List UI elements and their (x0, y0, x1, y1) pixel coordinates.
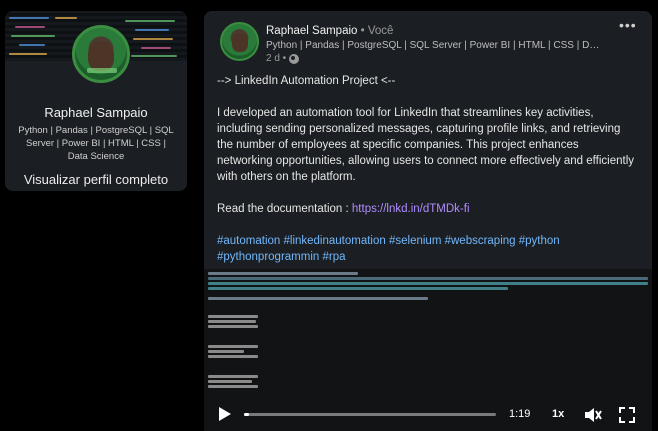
post-author-suffix: • Você (357, 25, 394, 37)
post-card: Raphael Sampaio • Você Python | Pandas |… (204, 11, 652, 431)
profile-card: Raphael Sampaio Python | Pandas | Postgr… (5, 11, 187, 191)
profile-headline: Python | Pandas | PostgreSQL | SQL Serve… (18, 125, 174, 162)
profile-avatar[interactable] (72, 25, 130, 83)
post-author[interactable]: Raphael Sampaio • Você (266, 25, 393, 37)
post-description: I developed an automation tool for Linke… (217, 107, 634, 183)
avatar-open-to-work-band (87, 68, 117, 73)
doc-prefix: Read the documentation : (217, 203, 352, 215)
post-author-headline: Python | Pandas | PostgreSQL | SQL Serve… (266, 40, 602, 51)
post-hashtags[interactable]: #automation #linkedinautomation #seleniu… (217, 233, 637, 265)
playback-speed-button[interactable]: 1x (552, 408, 564, 420)
video-time: 1:19 (509, 408, 531, 420)
play-icon[interactable] (219, 407, 231, 421)
fullscreen-icon[interactable] (619, 407, 635, 423)
globe-icon (289, 53, 300, 64)
video-progress-bar[interactable] (244, 413, 496, 416)
post-timestamp: 2 d • (266, 53, 300, 64)
video-progress-fill (244, 413, 250, 416)
post-title: --> LinkedIn Automation Project <-- (217, 75, 396, 87)
post-time-label: 2 d • (266, 53, 287, 64)
documentation-link[interactable]: https://lnkd.in/dTMDk-fi (352, 203, 470, 215)
more-horizontal-icon[interactable]: ••• (619, 17, 637, 33)
post-author-avatar[interactable] (220, 22, 259, 61)
post-documentation: Read the documentation : https://lnkd.in… (217, 201, 637, 217)
post-body: --> LinkedIn Automation Project <-- I de… (217, 73, 637, 281)
video-controls: 1:19 1x (204, 399, 652, 431)
view-full-profile-link[interactable]: Visualizar perfil completo (5, 172, 187, 187)
avatar-face (88, 41, 114, 71)
avatar-face (231, 33, 248, 52)
mute-icon[interactable] (584, 407, 602, 423)
profile-name[interactable]: Raphael Sampaio (5, 105, 187, 120)
post-author-name[interactable]: Raphael Sampaio (266, 25, 357, 37)
video-player[interactable]: 1:19 1x (204, 269, 652, 431)
